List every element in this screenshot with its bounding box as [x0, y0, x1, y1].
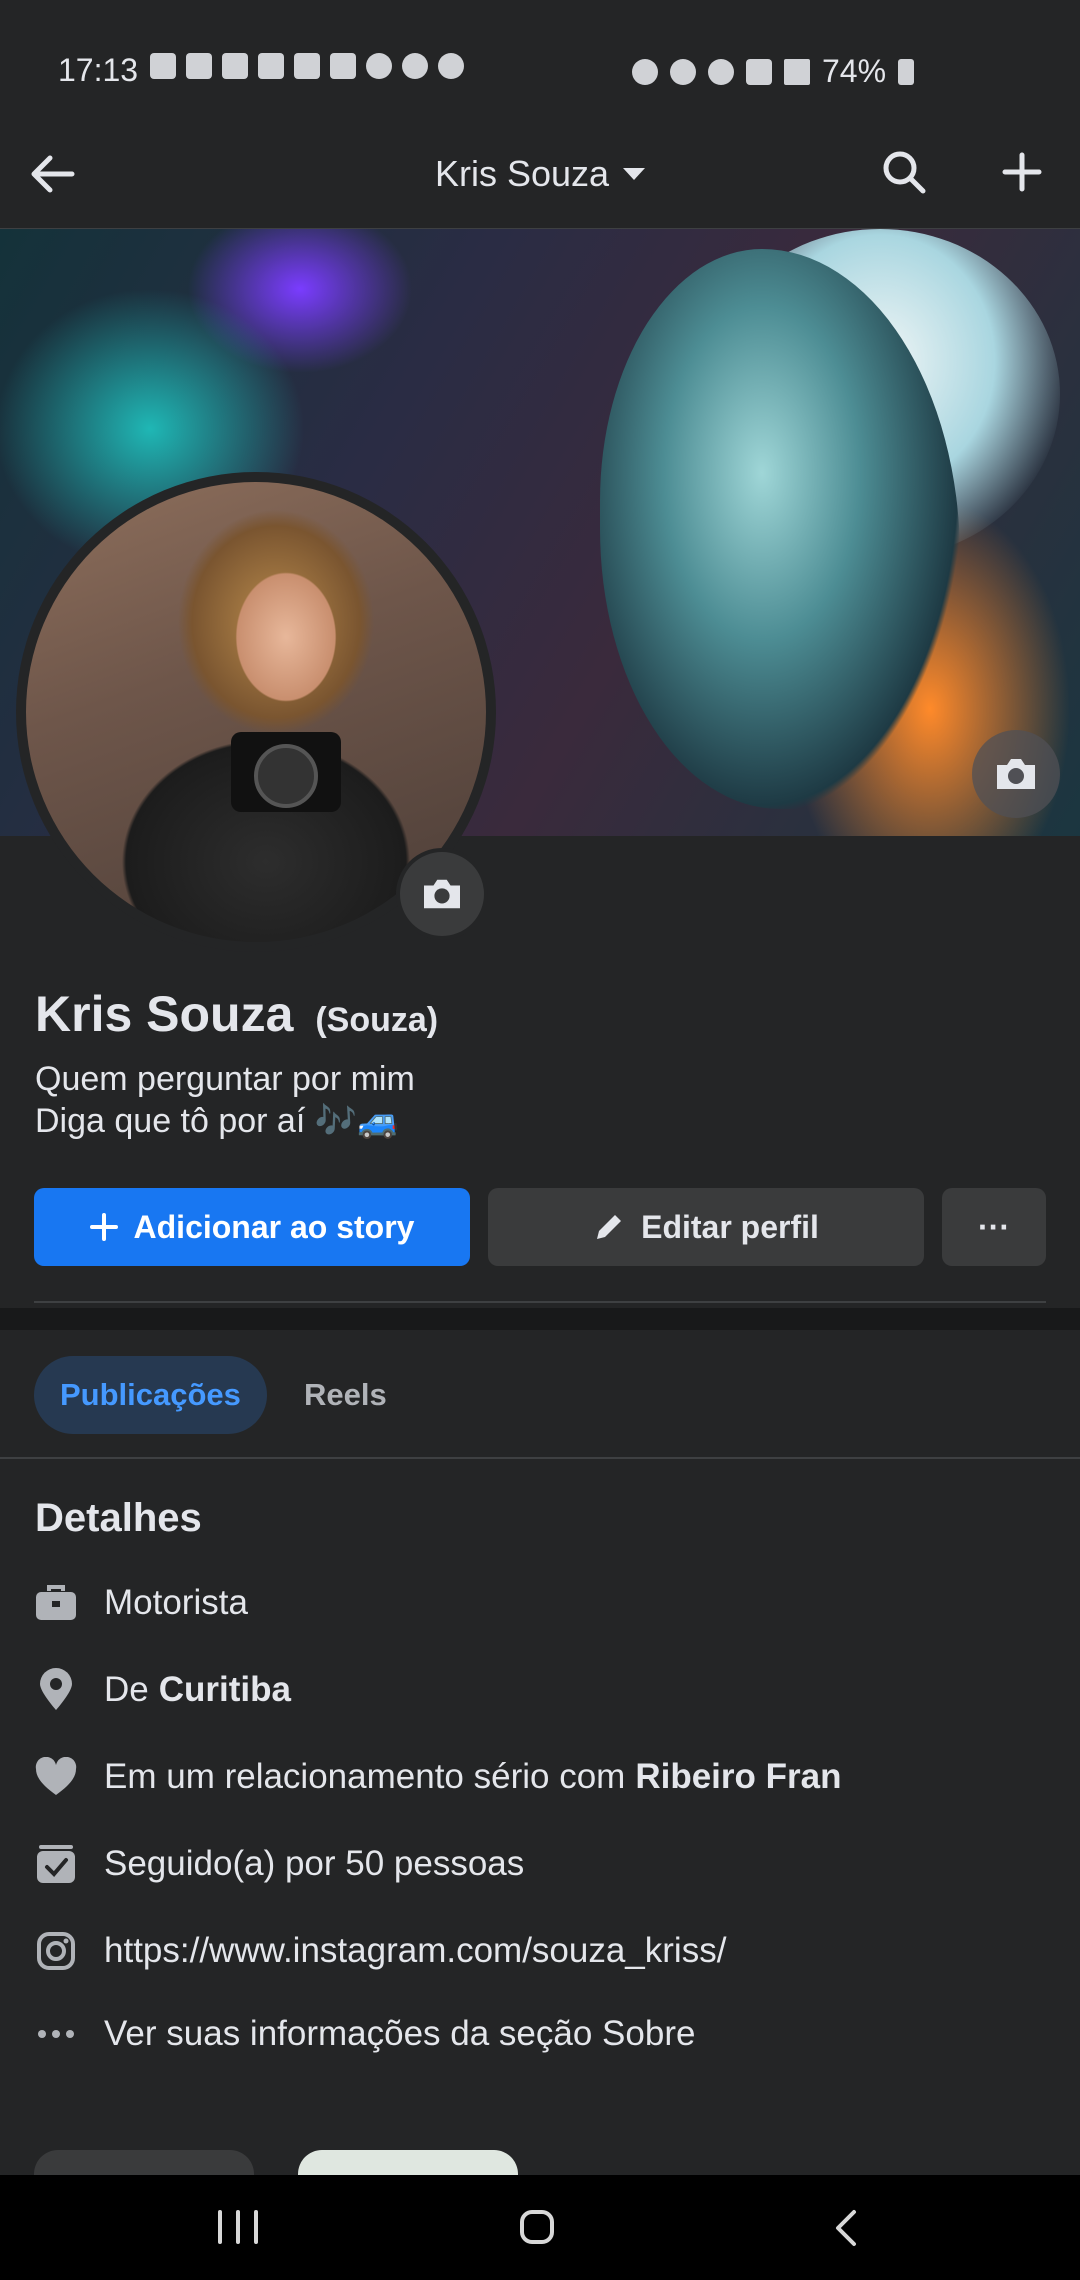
- plus-icon: [89, 1213, 118, 1241]
- detail-work-text: Motorista: [104, 1583, 248, 1622]
- edit-profile-button[interactable]: Editar perfil: [488, 1188, 924, 1266]
- battery-percentage: 74%: [822, 53, 887, 89]
- volte-icon: [746, 58, 772, 85]
- details-title: Detalhes: [35, 1496, 202, 1540]
- system-icons: 74%: [632, 53, 915, 90]
- caret-down-icon: [623, 168, 646, 180]
- detail-hometown: De Curitiba: [34, 1660, 1054, 1720]
- notification-icons: [150, 53, 464, 79]
- back-button[interactable]: [20, 142, 84, 206]
- profile-name-text: Kris Souza: [35, 986, 294, 1042]
- plus-icon: [1002, 152, 1042, 192]
- profile-name: Kris Souza (Souza): [35, 985, 438, 1043]
- tab-publicacoes[interactable]: Publicações: [34, 1356, 267, 1434]
- facebook-icon: [258, 53, 284, 79]
- followers-icon: [34, 1842, 78, 1886]
- detail-about-text: Ver suas informações da seção Sobre: [104, 2014, 696, 2053]
- fingerprint-icon: [438, 53, 464, 79]
- bio-line-1: Quem perguntar por mim: [35, 1060, 415, 1098]
- more-options-button[interactable]: ···: [942, 1188, 1046, 1266]
- detail-work: Motorista: [34, 1573, 1054, 1633]
- detail-relationship-prefix: Em um relacionamento sério com: [104, 1757, 626, 1796]
- detail-instagram-link: https://www.instagram.com/souza_kriss/: [104, 1931, 727, 1970]
- nav-title: Kris Souza: [434, 153, 610, 194]
- bio-line-2: Diga que tô por aí 🎶🚙: [35, 1102, 400, 1140]
- battery-icon: [898, 58, 915, 85]
- battery-saver-icon: [632, 58, 658, 85]
- add-to-story-label: Adicionar ao story: [133, 1208, 415, 1245]
- camera-icon: [997, 759, 1035, 789]
- alternate-name: (Souza): [315, 1001, 439, 1039]
- profile-switcher[interactable]: Kris Souza: [300, 148, 780, 200]
- detail-hometown-prefix: De: [104, 1670, 149, 1709]
- search-icon: [883, 151, 926, 194]
- wifi-icon: [708, 58, 734, 85]
- amazon-icon: [186, 53, 212, 79]
- instagram-icon: [294, 53, 320, 79]
- detail-about[interactable]: Ver suas informações da seção Sobre: [34, 2004, 1054, 2064]
- signal-icon: [784, 58, 810, 85]
- status-time: 17:13: [58, 52, 139, 88]
- detail-relationship-partner[interactable]: Ribeiro Fran: [635, 1757, 841, 1797]
- heart-icon: [34, 1755, 78, 1799]
- camera-icon: [424, 879, 460, 909]
- arrow-left-icon: [31, 155, 75, 193]
- tab-label: Reels: [304, 1377, 387, 1412]
- tab-label: Publicações: [60, 1377, 241, 1412]
- check-icon: [402, 53, 428, 79]
- more-options-label: ···: [978, 1208, 1010, 1245]
- detail-hometown-link[interactable]: Curitiba: [159, 1670, 291, 1710]
- mail-icon: [222, 53, 248, 79]
- more-dots-icon: [34, 2012, 78, 2056]
- divider: [0, 1457, 1080, 1459]
- messenger-icon: [366, 53, 392, 79]
- instagram-icon: [34, 1929, 78, 1973]
- add-to-story-button[interactable]: Adicionar ao story: [34, 1188, 470, 1266]
- avatar-camera-lens: [254, 744, 318, 808]
- detail-relationship: Em um relacionamento sério com Ribeiro F…: [34, 1747, 1054, 1807]
- tab-reels[interactable]: Reels: [280, 1356, 411, 1434]
- edit-profile-picture-button[interactable]: [396, 848, 488, 940]
- detail-instagram[interactable]: https://www.instagram.com/souza_kriss/: [34, 1921, 1054, 1981]
- create-button[interactable]: [990, 140, 1054, 204]
- recent-apps-icon-bar: [236, 2210, 240, 2244]
- home-button[interactable]: [520, 2210, 554, 2244]
- recent-apps-icon: [218, 2210, 222, 2244]
- chevron-left-icon: [836, 2210, 856, 2246]
- facebook-icon: [150, 53, 176, 79]
- edit-profile-label: Editar perfil: [641, 1208, 819, 1245]
- alarm-icon: [670, 58, 696, 85]
- recent-apps-icon-bar: [254, 2210, 258, 2244]
- divider: [34, 1301, 1046, 1303]
- location-pin-icon: [34, 1668, 78, 1712]
- briefcase-icon: [34, 1581, 78, 1625]
- edit-cover-button[interactable]: [972, 730, 1060, 818]
- search-button[interactable]: [872, 140, 936, 204]
- pencil-icon: [597, 1215, 622, 1239]
- recent-apps-button[interactable]: [218, 2210, 258, 2244]
- system-back-button[interactable]: [826, 2208, 866, 2248]
- detail-followers-text: Seguido(a) por 50 pessoas: [104, 1844, 525, 1883]
- bio: Quem perguntar por mim Diga que tô por a…: [35, 1058, 415, 1142]
- detail-followers[interactable]: Seguido(a) por 50 pessoas: [34, 1834, 1054, 1894]
- section-separator: [0, 1308, 1080, 1330]
- ifood-icon: [330, 53, 356, 79]
